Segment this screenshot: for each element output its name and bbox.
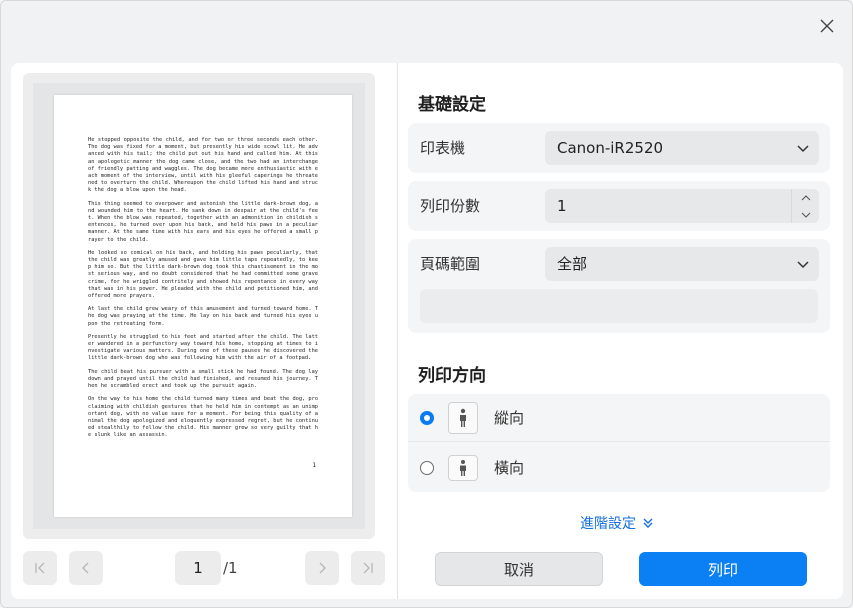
- first-page-icon: [35, 562, 45, 574]
- preview-paragraph: He stopped opposite the child, and for t…: [88, 137, 318, 194]
- cancel-button[interactable]: 取消: [435, 552, 603, 586]
- close-button[interactable]: [814, 13, 840, 39]
- copies-row: 列印份數 1: [408, 181, 830, 231]
- orientation-title: 列印方向: [418, 366, 486, 386]
- copies-spin-buttons: [791, 189, 819, 223]
- page-range-select[interactable]: 全部: [545, 247, 819, 281]
- preview-paragraph: On the way to his home the child turned …: [88, 396, 318, 439]
- advanced-settings-label: 進階設定: [580, 516, 636, 532]
- landscape-person-icon: [460, 460, 466, 476]
- preview-pager: 1 /1: [23, 551, 385, 587]
- printer-label: 印表機: [420, 139, 466, 157]
- previous-page-button[interactable]: [69, 551, 103, 585]
- preview-frame: He stopped opposite the child, and for t…: [23, 73, 375, 539]
- chevron-down-icon: [797, 261, 809, 269]
- printer-row: 印表機 Canon-iR2520: [408, 123, 830, 173]
- settings-panel: 基礎設定 印表機 Canon-iR2520 列印份數 1 頁碼範圍 全部 列印方…: [398, 63, 843, 599]
- first-page-button[interactable]: [23, 551, 57, 585]
- last-page-button[interactable]: [351, 551, 385, 585]
- double-chevron-down-icon: [643, 518, 653, 528]
- chevron-up-icon: [801, 194, 811, 200]
- chevron-right-icon: [319, 562, 326, 574]
- portrait-person-icon: [460, 408, 466, 427]
- close-icon: [820, 19, 834, 33]
- page-range-row: 頁碼範圍 全部: [408, 239, 830, 333]
- preview-paragraph: Presently he struggled to his feet and s…: [88, 333, 318, 362]
- copies-increment-button[interactable]: [792, 189, 820, 206]
- landscape-radio[interactable]: [420, 461, 434, 475]
- preview-page-number: 1: [312, 462, 316, 469]
- landscape-icon-box: [448, 455, 478, 481]
- orientation-group: 縱向 橫向: [408, 394, 830, 492]
- printer-value: Canon-iR2520: [557, 139, 664, 157]
- preview-page: He stopped opposite the child, and for t…: [54, 95, 352, 517]
- copies-value: 1: [557, 197, 567, 215]
- copies-label: 列印份數: [420, 197, 481, 215]
- custom-page-range-input[interactable]: [420, 289, 818, 323]
- printer-select[interactable]: Canon-iR2520: [545, 131, 819, 165]
- preview-paragraph: At last the child grew weary of this amu…: [88, 306, 318, 327]
- copies-decrement-button[interactable]: [792, 206, 820, 223]
- preview-canvas: He stopped opposite the child, and for t…: [33, 83, 365, 529]
- preview-panel: He stopped opposite the child, and for t…: [11, 63, 397, 599]
- preview-paragraph: He looked so comical on his back, and ho…: [88, 249, 318, 300]
- portrait-icon-box: [448, 402, 478, 434]
- portrait-label: 縱向: [494, 409, 525, 427]
- chevron-down-icon: [797, 145, 809, 153]
- total-pages: /1: [223, 559, 238, 577]
- orientation-portrait-option[interactable]: 縱向: [408, 394, 830, 442]
- basic-settings-title: 基礎設定: [418, 95, 486, 115]
- chevron-left-icon: [82, 562, 89, 574]
- landscape-label: 橫向: [494, 459, 525, 477]
- orientation-landscape-option[interactable]: 橫向: [408, 444, 830, 492]
- chevron-down-icon: [801, 212, 811, 218]
- preview-paragraph: This thing seemed to overpower and aston…: [88, 200, 318, 243]
- current-page-input[interactable]: 1: [175, 551, 221, 585]
- preview-paragraph: The child beat his pursuer with a small …: [88, 368, 318, 390]
- page-range-value: 全部: [557, 255, 588, 273]
- print-button[interactable]: 列印: [639, 552, 807, 586]
- copies-spinbox[interactable]: 1: [545, 189, 819, 223]
- portrait-radio[interactable]: [420, 411, 434, 425]
- print-dialog: He stopped opposite the child, and for t…: [0, 0, 853, 608]
- advanced-settings-link[interactable]: 進階設定: [580, 513, 654, 533]
- next-page-button[interactable]: [305, 551, 339, 585]
- page-range-label: 頁碼範圍: [420, 255, 481, 273]
- last-page-icon: [363, 562, 373, 574]
